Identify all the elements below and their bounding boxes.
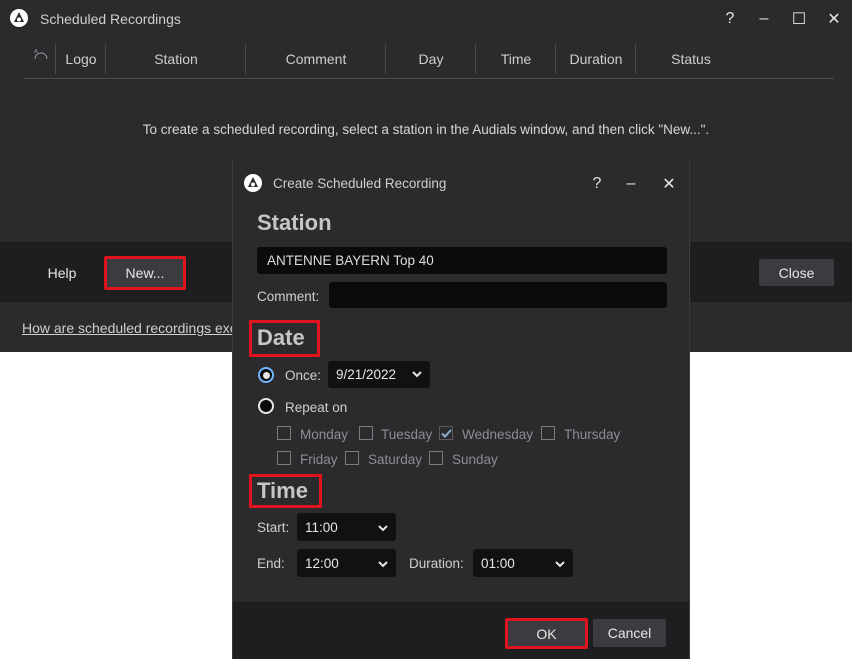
audials-logo-icon: [244, 174, 262, 192]
column-header-status[interactable]: Status: [635, 44, 746, 74]
tuesday-label: Tuesday: [381, 427, 433, 442]
column-header-day[interactable]: Day: [385, 44, 476, 74]
cancel-button[interactable]: Cancel: [593, 619, 666, 647]
record-icon[interactable]: ᴬ: [30, 46, 52, 66]
dialog-title: Create Scheduled Recording: [273, 176, 447, 191]
end-label: End:: [257, 556, 285, 571]
empty-list-message: To create a scheduled recording, select …: [142, 122, 710, 137]
close-icon[interactable]: ✕: [655, 170, 683, 198]
repeat-on-radio[interactable]: [258, 398, 274, 414]
start-label: Start:: [257, 520, 290, 535]
chevron-down-icon: [378, 520, 388, 535]
duration-value: 01:00: [481, 555, 515, 571]
start-time-value: 11:00: [305, 519, 338, 535]
sunday-label: Sunday: [452, 452, 498, 467]
friday-label: Friday: [300, 452, 338, 467]
minimize-icon[interactable]: –: [750, 5, 778, 33]
column-header-logo[interactable]: Logo: [55, 44, 106, 74]
close-icon[interactable]: ✕: [820, 5, 848, 33]
monday-checkbox[interactable]: [277, 426, 291, 440]
wednesday-checkbox[interactable]: [439, 426, 453, 440]
once-label: Once:: [285, 368, 322, 383]
help-icon[interactable]: ?: [583, 170, 611, 198]
monday-label: Monday: [300, 427, 349, 442]
new-button[interactable]: New...: [104, 256, 186, 290]
column-header-station[interactable]: Station: [105, 44, 246, 74]
saturday-checkbox[interactable]: [345, 451, 359, 465]
once-date-picker[interactable]: 9/21/2022: [328, 361, 430, 388]
window-title: Scheduled Recordings: [40, 11, 181, 27]
header-divider: [24, 78, 834, 79]
comment-label: Comment:: [257, 289, 320, 304]
help-link[interactable]: How are scheduled recordings exe: [22, 320, 238, 336]
close-button[interactable]: Close: [759, 259, 834, 286]
maximize-icon[interactable]: ☐: [785, 5, 813, 33]
minimize-icon[interactable]: –: [617, 170, 645, 198]
thursday-checkbox[interactable]: [541, 426, 555, 440]
repeat-on-label: Repeat on: [285, 400, 348, 415]
chevron-down-icon: [378, 556, 388, 571]
column-header-comment[interactable]: Comment: [245, 44, 386, 74]
duration-label: Duration:: [409, 556, 464, 571]
station-heading: Station: [257, 210, 332, 235]
chevron-down-icon: [555, 556, 565, 571]
once-radio[interactable]: [258, 367, 274, 383]
chevron-down-icon: [412, 369, 422, 381]
saturday-label: Saturday: [368, 452, 423, 467]
tuesday-checkbox[interactable]: [359, 426, 373, 440]
help-icon[interactable]: ?: [716, 5, 744, 33]
duration-select[interactable]: 01:00: [473, 549, 573, 577]
station-field[interactable]: ANTENNE BAYERN Top 40: [257, 247, 667, 274]
date-heading: Date: [257, 325, 305, 350]
check-icon: [440, 428, 452, 438]
wednesday-label: Wednesday: [462, 427, 534, 442]
ok-button[interactable]: OK: [505, 618, 588, 649]
start-time-select[interactable]: 11:00: [297, 513, 396, 541]
once-date-value: 9/21/2022: [336, 367, 397, 382]
thursday-label: Thursday: [564, 427, 621, 442]
help-button[interactable]: Help: [34, 259, 90, 287]
time-heading: Time: [257, 478, 308, 503]
sunday-checkbox[interactable]: [429, 451, 443, 465]
end-time-value: 12:00: [305, 555, 339, 571]
comment-input[interactable]: [329, 282, 667, 308]
title-bar: Scheduled Recordings ? – ☐ ✕: [0, 0, 852, 38]
create-scheduled-recording-dialog: Create Scheduled Recording ? – ✕ Station…: [232, 158, 690, 659]
column-header-duration[interactable]: Duration: [555, 44, 636, 74]
audials-logo-icon: [10, 9, 28, 27]
friday-checkbox[interactable]: [277, 451, 291, 465]
end-time-select[interactable]: 12:00: [297, 549, 396, 577]
column-header-time[interactable]: Time: [475, 44, 556, 74]
